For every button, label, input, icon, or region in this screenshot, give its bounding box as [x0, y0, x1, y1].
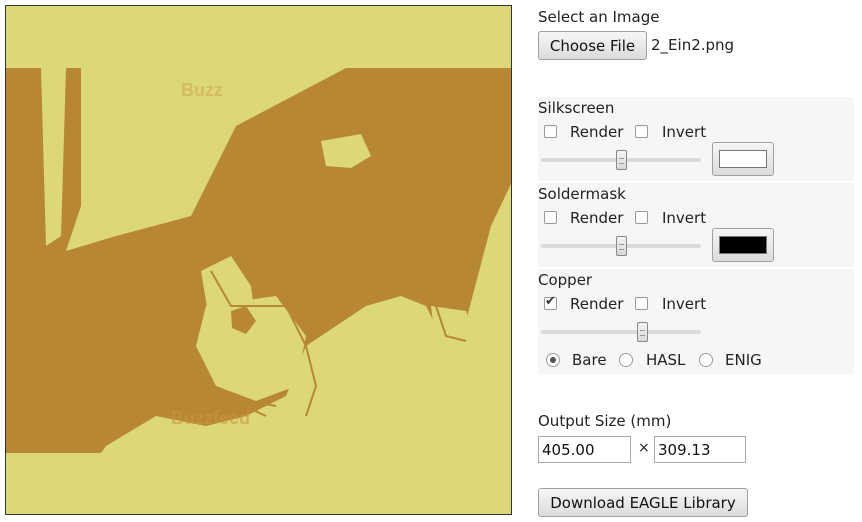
choose-file-button[interactable]: Choose File	[538, 31, 647, 60]
soldermask-render-checkbox[interactable]	[544, 211, 557, 224]
silkscreen-section: Silkscreen Render Invert	[538, 97, 854, 181]
soldermask-invert-label: Invert	[662, 209, 707, 227]
output-height-input[interactable]	[654, 436, 746, 463]
file-name-text: 2_Ein2.png	[651, 36, 735, 54]
silkscreen-render-label: Render	[570, 123, 624, 141]
output-width-input[interactable]	[538, 436, 631, 463]
silkscreen-threshold-slider[interactable]	[616, 150, 627, 170]
preview-image: Buzz Buzzfeed	[6, 6, 511, 514]
finish-enig-radio[interactable]	[699, 353, 713, 367]
silkscreen-color-swatch	[719, 150, 767, 168]
select-image-label: Select an Image	[538, 8, 660, 26]
soldermask-color-swatch	[719, 236, 767, 254]
output-size-label: Output Size (mm)	[538, 412, 672, 430]
soldermask-color-picker[interactable]	[712, 228, 774, 262]
soldermask-invert-checkbox[interactable]	[635, 211, 648, 224]
watermark-bottom: Buzzfeed	[171, 408, 250, 428]
copper-threshold-slider[interactable]	[636, 322, 648, 342]
silkscreen-render-checkbox[interactable]	[544, 125, 557, 138]
silkscreen-title: Silkscreen	[538, 99, 615, 117]
image-preview-canvas: Buzz Buzzfeed	[5, 5, 512, 515]
copper-title: Copper	[538, 271, 593, 289]
silkscreen-color-picker[interactable]	[712, 142, 774, 176]
finish-enig-label: ENIG	[725, 351, 762, 369]
copper-render-label: Render	[570, 295, 624, 313]
finish-hasl-radio[interactable]	[619, 353, 633, 367]
silkscreen-invert-label: Invert	[662, 123, 707, 141]
silkscreen-invert-checkbox[interactable]	[635, 125, 648, 138]
soldermask-section: Soldermask Render Invert	[538, 183, 854, 267]
finish-bare-radio[interactable]	[546, 353, 560, 367]
copper-invert-checkbox[interactable]	[635, 297, 648, 310]
copper-invert-label: Invert	[662, 295, 707, 313]
finish-bare-label: Bare	[572, 351, 607, 369]
soldermask-title: Soldermask	[538, 185, 626, 203]
copper-threshold-track[interactable]	[541, 330, 701, 334]
download-eagle-library-button[interactable]: Download EAGLE Library	[538, 488, 748, 517]
copper-section: Copper Render Invert Bare HASL ENIG	[538, 269, 854, 374]
finish-hasl-label: HASL	[646, 351, 686, 369]
times-symbol: ×	[638, 440, 650, 456]
soldermask-render-label: Render	[570, 209, 624, 227]
copper-render-checkbox[interactable]	[544, 294, 557, 310]
soldermask-threshold-slider[interactable]	[616, 236, 627, 256]
watermark-top: Buzz	[181, 80, 223, 100]
